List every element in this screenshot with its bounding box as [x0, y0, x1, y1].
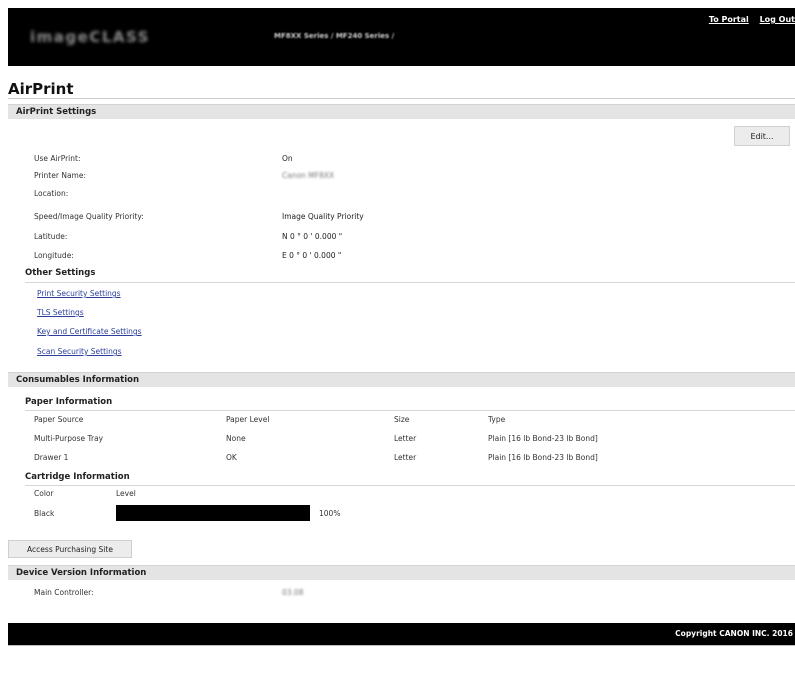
- edit-button[interactable]: Edit...: [734, 126, 790, 146]
- longitude-label: Longitude:: [34, 251, 74, 260]
- key-certificate-settings-link[interactable]: Key and Certificate Settings: [37, 327, 142, 336]
- latitude-label: Latitude:: [34, 232, 68, 241]
- use-airprint-value: On: [282, 154, 293, 163]
- printer-name-value: Canon MF8XX: [282, 171, 335, 180]
- paper-size-cell: Letter: [394, 453, 417, 462]
- printer-name-label: Printer Name:: [34, 171, 86, 180]
- product-logo: imageCLASS: [30, 28, 150, 46]
- copyright-text: Copyright CANON INC. 2016: [675, 629, 793, 638]
- page-title: AirPrint: [8, 80, 74, 98]
- cartridge-level-header: Level: [116, 489, 136, 498]
- cartridge-color-black: Black: [34, 509, 55, 518]
- tls-settings-link[interactable]: TLS Settings: [37, 308, 84, 317]
- main-controller-label: Main Controller:: [34, 588, 94, 597]
- paper-level-cell: OK: [226, 453, 237, 462]
- location-label: Location:: [34, 189, 69, 198]
- footer-divider: [8, 645, 795, 646]
- title-divider: [8, 98, 795, 99]
- toner-level-bar: [116, 505, 310, 521]
- cartridge-info-heading: Cartridge Information: [25, 472, 130, 482]
- footer-bar: Copyright CANON INC. 2016: [8, 623, 795, 645]
- quality-priority-value: Image Quality Priority: [282, 212, 364, 221]
- paper-source-header: Paper Source: [34, 415, 84, 424]
- print-security-settings-link[interactable]: Print Security Settings: [37, 289, 121, 298]
- paper-level-cell: None: [226, 434, 246, 443]
- paper-source-cell: Multi-Purpose Tray: [34, 434, 104, 443]
- paper-type-header: Type: [488, 415, 506, 424]
- other-settings-divider: [25, 282, 795, 283]
- quality-priority-label: Speed/Image Quality Priority:: [34, 212, 144, 221]
- model-name: MF8XX Series / MF240 Series /: [274, 32, 395, 40]
- cartridge-color-header: Color: [34, 489, 54, 498]
- toner-level-text: 100%: [319, 509, 341, 518]
- main-controller-value: 03.08: [282, 588, 304, 597]
- paper-info-heading: Paper Information: [25, 397, 113, 407]
- other-settings-heading: Other Settings: [25, 268, 96, 278]
- cartridge-info-divider: [25, 485, 795, 486]
- log-out-link[interactable]: Log Out: [760, 15, 795, 24]
- section-consumables: Consumables Information: [8, 372, 795, 387]
- paper-size-cell: Letter: [394, 434, 417, 443]
- scan-security-settings-link[interactable]: Scan Security Settings: [37, 347, 122, 356]
- paper-type-cell: Plain [16 lb Bond-23 lb Bond]: [488, 434, 598, 443]
- paper-source-cell: Drawer 1: [34, 453, 69, 462]
- longitude-value: E 0 ° 0 ' 0.000 ": [282, 251, 342, 260]
- header-bar: imageCLASS MF8XX Series / MF240 Series /…: [8, 8, 795, 66]
- to-portal-link[interactable]: To Portal: [709, 15, 749, 24]
- top-links: To Portal Log Out: [701, 15, 795, 24]
- paper-info-divider: [25, 410, 795, 411]
- section-device-version: Device Version Information: [8, 565, 795, 580]
- paper-size-header: Size: [394, 415, 410, 424]
- use-airprint-label: Use AirPrint:: [34, 154, 81, 163]
- section-airprint-settings: AirPrint Settings: [8, 104, 795, 119]
- access-purchasing-site-button[interactable]: Access Purchasing Site: [8, 540, 132, 558]
- paper-type-cell: Plain [16 lb Bond-23 lb Bond]: [488, 453, 598, 462]
- paper-level-header: Paper Level: [226, 415, 270, 424]
- latitude-value: N 0 ° 0 ' 0.000 ": [282, 232, 343, 241]
